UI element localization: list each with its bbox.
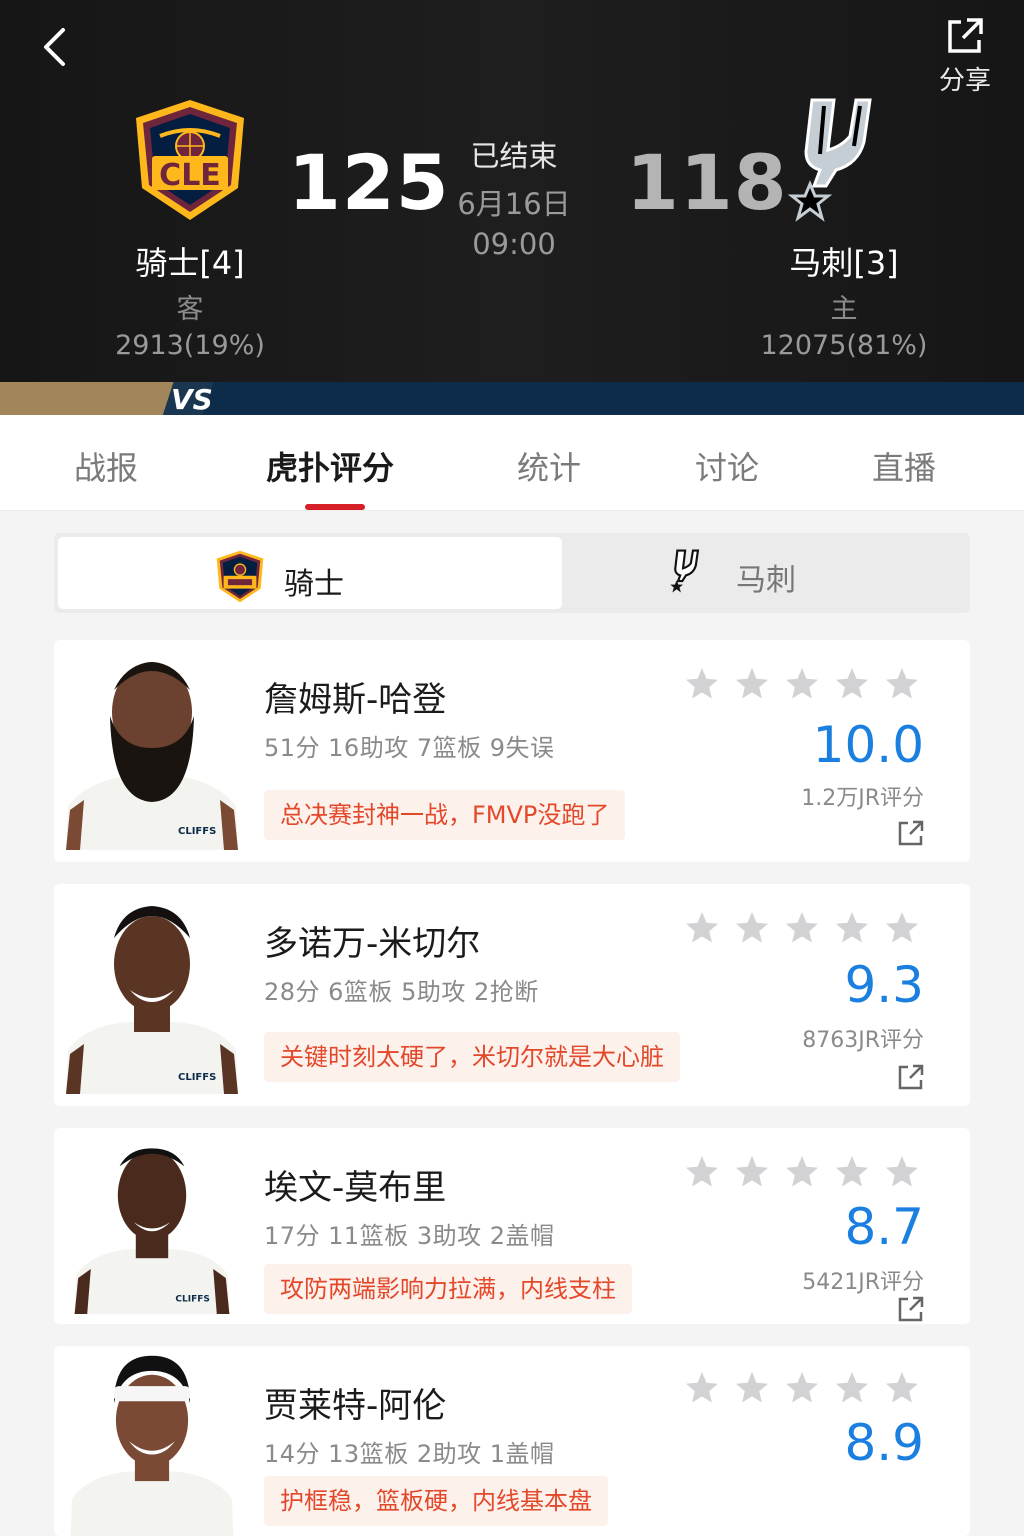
star-icon[interactable] [884,1154,920,1190]
rating-stars[interactable] [684,666,934,706]
team-switch-right-label: 马刺 [736,563,796,598]
home-team-name: 马刺[3] [789,244,899,282]
star-icon[interactable] [684,910,720,946]
spurs-logo[interactable] [780,96,904,236]
player-card[interactable]: CLIFFS 詹姆斯-哈登 51分 16助攻 7篮板 9失误 总决赛封神一战，F… [54,640,970,862]
player-photo: CLIFFS [66,906,238,1094]
home-score: 118 [626,138,788,227]
hot-comment[interactable]: 护框稳，篮板硬，内线基本盘 [264,1476,608,1526]
back-button[interactable] [32,22,82,72]
rating-stars[interactable] [684,910,934,950]
star-icon[interactable] [834,910,870,946]
hot-comment[interactable]: 关键时刻太硬了，米切尔就是大心脏 [264,1032,680,1082]
team-switch-cavaliers[interactable]: 骑士 [58,537,562,609]
tab-stats[interactable]: 统计 [517,443,581,489]
player-vote-count: 8763JR评分 [802,1028,924,1053]
away-side-label: 客 [176,294,204,325]
star-icon[interactable] [884,1370,920,1406]
vs-badge: VS [171,383,213,415]
away-vote-count: 2913(19%) [115,330,265,361]
player-photo: CLIFFS [74,1148,230,1314]
player-vote-count: 1.2万JR评分 [801,786,924,811]
player-name: 詹姆斯-哈登 [264,680,447,720]
star-icon[interactable] [734,1370,770,1406]
player-stats: 17分 11篮板 3助攻 2盖帽 [264,1222,555,1250]
tab-live[interactable]: 直播 [872,443,936,489]
player-name: 贾莱特-阿伦 [264,1386,447,1426]
game-rating-screen: 分享 CLE 125 已结束 6月16日 09:00 118 骑士[4] 客 2… [0,0,1024,1536]
player-stats: 28分 6篮板 5助攻 2抢断 [264,978,539,1006]
share-icon[interactable] [898,1296,924,1322]
star-icon[interactable] [784,910,820,946]
star-icon[interactable] [784,1370,820,1406]
star-icon[interactable] [884,666,920,702]
cavaliers-logo[interactable]: CLE [130,96,250,226]
player-photo [70,1355,234,1536]
team-switch-left-label: 骑士 [284,567,344,602]
player-card[interactable]: CLIFFS 多诺万-米切尔 28分 6篮板 5助攻 2抢断 关键时刻太硬了，米… [54,884,970,1106]
star-icon[interactable] [684,1370,720,1406]
jersey-text: CLIFFS [178,1072,216,1083]
home-support-fill [186,382,1024,415]
star-icon[interactable] [684,666,720,702]
player-score: 8.9 [844,1414,924,1472]
team-switch: 骑士 马刺 [54,533,970,613]
rating-stars[interactable] [684,1154,934,1194]
player-score: 10.0 [812,716,924,774]
away-team-name: 骑士[4] [135,244,245,282]
cavaliers-logo-icon [216,550,264,603]
player-card[interactable]: 贾莱特-阿伦 14分 13篮板 2助攻 1盖帽 护框稳，篮板硬，内线基本盘 8.… [54,1346,970,1536]
star-icon[interactable] [784,666,820,702]
tab-discussion[interactable]: 讨论 [695,443,759,489]
share-button[interactable]: 分享 [925,16,1005,100]
jersey-text: CLIFFS [178,826,216,837]
player-stats: 51分 16助攻 7篮板 9失误 [264,734,555,762]
spurs-logo-icon [670,549,700,593]
star-icon[interactable] [734,910,770,946]
player-score: 9.3 [844,956,924,1014]
player-name: 多诺万-米切尔 [264,924,481,964]
player-stats: 14分 13篮板 2助攻 1盖帽 [264,1440,555,1468]
player-name: 埃文-莫布里 [264,1168,447,1208]
home-side-label: 主 [830,294,858,325]
jersey-text: CLIFFS [175,1294,209,1304]
share-icon[interactable] [898,1064,924,1090]
active-tab-indicator [305,504,365,510]
game-status: 已结束 [470,139,558,173]
game-header: 分享 CLE 125 已结束 6月16日 09:00 118 骑士[4] 客 2… [0,0,1024,382]
player-card[interactable]: CLIFFS 埃文-莫布里 17分 11篮板 3助攻 2盖帽 攻防两端影响力拉满… [54,1128,970,1324]
tab-report[interactable]: 战报 [74,443,138,489]
player-photo: CLIFFS [66,662,238,850]
rating-stars[interactable] [684,1370,934,1410]
player-vote-count: 5421JR评分 [802,1270,924,1295]
tab-rating[interactable]: 虎扑评分 [266,443,394,489]
share-icon [948,18,983,53]
share-icon[interactable] [898,820,924,846]
chevron-left-icon [44,28,65,66]
star-icon[interactable] [734,666,770,702]
home-vote-count: 12075(81%) [760,330,928,361]
star-icon[interactable] [834,666,870,702]
star-icon[interactable] [884,910,920,946]
star-icon[interactable] [834,1370,870,1406]
team-switch-spurs[interactable]: 马刺 [562,533,970,613]
game-time: 09:00 [472,227,556,261]
star-icon[interactable] [784,1154,820,1190]
game-date: 6月16日 [457,187,571,221]
logo-text: CLE [159,158,221,193]
hot-comment[interactable]: 总决赛封神一战，FMVP没跑了 [264,790,626,840]
player-score: 8.7 [844,1198,924,1256]
star-icon[interactable] [734,1154,770,1190]
support-ratio-bar: VS [0,382,1024,415]
share-label: 分享 [938,66,991,96]
tab-bar: 战报 虎扑评分 统计 讨论 直播 [0,415,1024,511]
star-icon[interactable] [684,1154,720,1190]
hot-comment[interactable]: 攻防两端影响力拉满，内线支柱 [264,1264,632,1314]
star-icon[interactable] [834,1154,870,1190]
